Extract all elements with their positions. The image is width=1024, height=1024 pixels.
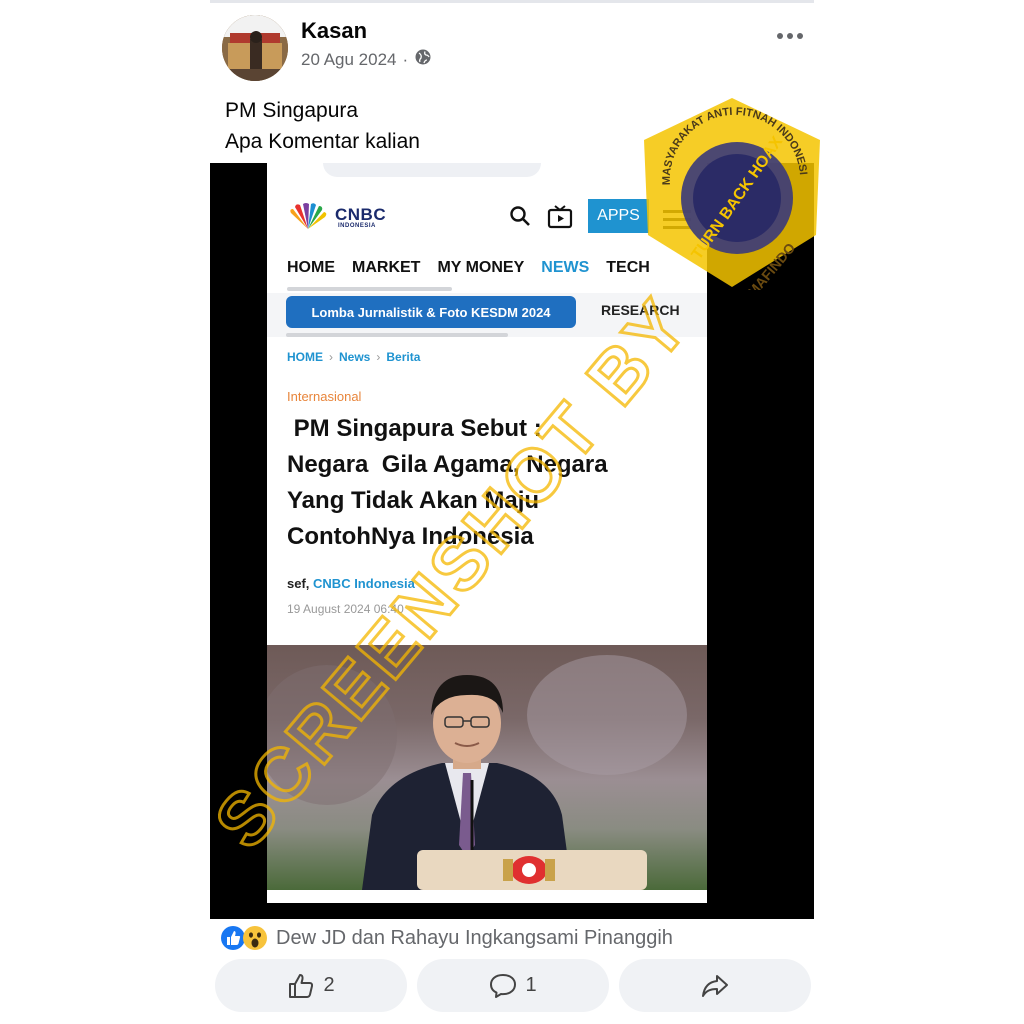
nav-item-news: NEWS xyxy=(541,259,590,276)
post-meta: 20 Agu 2024 · xyxy=(301,48,432,71)
headline-line: ContohNya Indonesia xyxy=(287,523,534,550)
byline-source: CNBC Indonesia xyxy=(313,576,415,591)
post-text-line: PM Singapura xyxy=(225,99,359,122)
article-nav: HOME MARKET MY MONEY NEWS TECH xyxy=(287,259,650,277)
breadcrumb: HOME › News › Berita xyxy=(287,350,420,364)
post-text: PM Singapura Apa Komentar kalian xyxy=(225,95,420,157)
share-button[interactable] xyxy=(619,959,811,1012)
nav-item-home: HOME xyxy=(287,259,335,276)
browser-url-bar xyxy=(323,163,541,177)
promo-banner: Lomba Jurnalistik & Foto KESDM 2024 xyxy=(286,296,576,328)
share-icon xyxy=(702,974,728,997)
comment-button[interactable]: 1 xyxy=(417,959,609,1012)
globe-icon xyxy=(414,48,432,71)
brand-logo-sub: INDONESIA xyxy=(338,223,376,229)
breadcrumb-separator: › xyxy=(376,350,381,364)
nav-item-market: MARKET xyxy=(352,259,421,276)
article-category: Internasional xyxy=(287,389,362,404)
cnbc-peacock-icon xyxy=(290,203,327,229)
top-divider xyxy=(210,0,814,3)
like-button[interactable]: 2 xyxy=(215,959,407,1012)
byline-author: sef, xyxy=(287,576,310,591)
meta-separator: · xyxy=(402,49,409,69)
nav-scrollbar xyxy=(287,287,452,291)
breadcrumb-item: News xyxy=(339,350,371,364)
article-photo xyxy=(267,645,707,890)
tv-icon xyxy=(547,205,573,229)
promo-scrollbar xyxy=(286,333,508,337)
headline-line: Yang Tidak Akan Maju xyxy=(287,487,540,514)
action-bar: 2 1 xyxy=(215,959,811,1012)
comment-count: 1 xyxy=(525,974,537,996)
reaction-names[interactable]: Dew JD dan Rahayu Ingkangsami Pinanggih xyxy=(276,927,673,950)
article-byline: sef, CNBC Indonesia xyxy=(287,576,415,591)
comment-icon xyxy=(490,973,517,998)
article-date: 19 August 2024 06:40 xyxy=(287,602,404,616)
research-link: RESEARCH xyxy=(601,302,680,318)
more-icon[interactable] xyxy=(774,24,806,48)
avatar[interactable] xyxy=(222,15,288,81)
mafindo-stamp-icon: MASYARAKAT ANTI FITNAH INDONESIA TURN BA… xyxy=(640,95,820,290)
like-count: 2 xyxy=(323,974,335,996)
nav-item-my-money: MY MONEY xyxy=(437,259,525,276)
author-name[interactable]: Kasan xyxy=(301,18,367,44)
post-text-line: Apa Komentar kalian xyxy=(225,130,420,153)
article-headline: PM Singapura Sebut : Negara Gila Agama, … xyxy=(287,411,697,555)
headline-line: PM Singapura Sebut : xyxy=(287,415,542,442)
post-date[interactable]: 20 Agu 2024 xyxy=(301,50,396,70)
brand-logo-text: CNBC xyxy=(335,205,387,224)
breadcrumb-item: Berita xyxy=(386,350,421,364)
search-icon xyxy=(510,206,530,226)
breadcrumb-separator: › xyxy=(329,350,333,364)
headline-line: Negara Gila Agama, Negara xyxy=(287,451,608,478)
wow-icon xyxy=(243,926,267,950)
breadcrumb-item: HOME xyxy=(287,350,323,364)
reaction-summary[interactable]: Dew JD dan Rahayu Ingkangsami Pinanggih xyxy=(220,925,673,951)
thumb-up-icon xyxy=(289,973,314,998)
